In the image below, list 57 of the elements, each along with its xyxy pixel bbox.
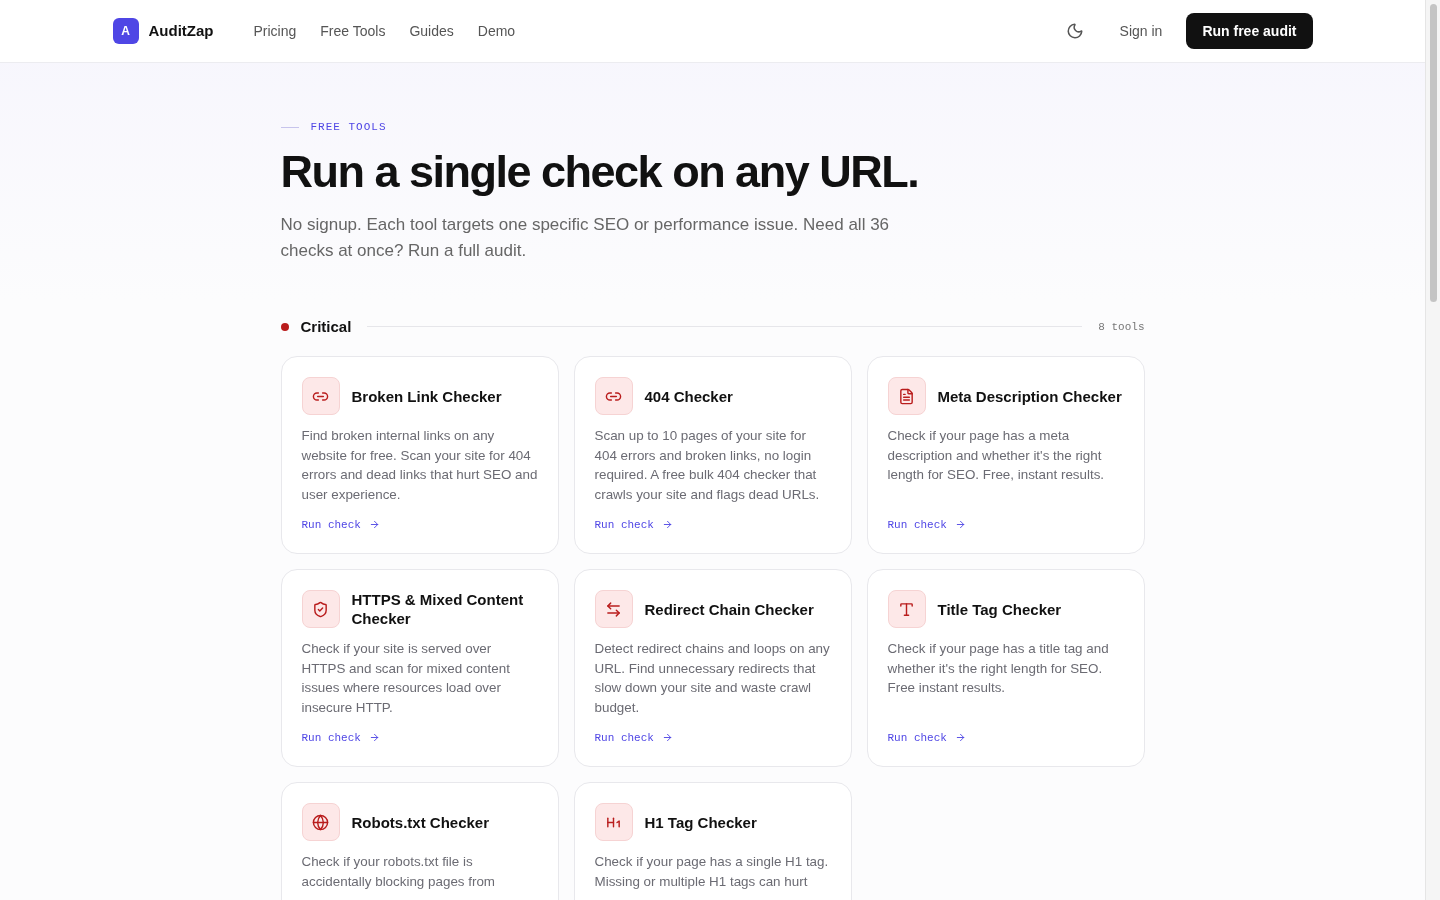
tool-card[interactable]: HTTPS & Mixed Content Checker Check if your site is served over HTTPS and scan for mixed content issues where resources load over insecure HTTP. Run check [280,569,559,767]
tool-card[interactable]: Meta Description Checker Check if your page has a meta description and whether it's the right length for SEO. Free, instant results. Run check [866,356,1145,554]
tool-count: 8 tools [1098,319,1145,335]
run-check-link[interactable]: Run check [301,516,538,533]
nav-link[interactable]: Pricing [253,20,297,42]
scrollbar-thumb[interactable] [1429,4,1437,302]
tool-card[interactable]: Redirect Chain Checker Detect redirect chains and loops on any URL. Find unnecessary redirects that slow down your site and waste crawl budget. Run check [573,569,852,767]
tool-description: Detect redirect chains and loops on any URL. Find unnecessary redirects that slow down your site and waste crawl budget. [594,640,831,717]
tool-description: Check if your robots.txt file is accidentally blocking pages from [301,853,497,891]
globe-icon [312,813,329,831]
arrow-icon [954,732,966,744]
arrow-icon [661,519,673,531]
tool-title: HTTPS & Mixed Content Checker [351,590,525,628]
brand-name[interactable]: AuditZap [148,19,214,43]
tool-title: Broken Link Checker [351,386,502,406]
arrows-icon [605,600,622,618]
tool-card[interactable]: H1 Tag Checker Check if your page has a single H1 tag. Missing or multiple H1 tags can hurt [573,782,852,900]
section-title: Critical [300,316,352,337]
tool-title: Meta Description Checker [937,386,1122,406]
tool-description: Check if your page has a meta description and whether it's the right length for SEO. Free, instant results. [887,427,1106,484]
page-subtitle: No signup. Each tool targets one specific SEO or performance issue. Need all 36 checks at once? Run a full audit. [280,213,891,262]
run-free-audit-button[interactable]: Run free audit [1186,13,1313,49]
tool-card[interactable]: Robots.txt Checker Check if your robots.txt file is accidentally blocking pages from [280,782,559,900]
nav-link[interactable]: Guides [409,20,454,42]
tool-description: Find broken internal links on any website for free. Scan your site for 404 errors and dead links that hurt SEO and user experience. [301,427,538,504]
nav-link[interactable]: Free Tools [320,20,386,42]
letter-t-icon [898,600,915,618]
tool-description: Check if your page has a single H1 tag. Missing or multiple H1 tags can hurt [594,853,830,891]
tool-title: H1 Tag Checker [644,812,757,832]
run-check-link[interactable]: Run check [887,729,1124,746]
document-icon [898,387,915,405]
run-check-link[interactable]: Run check [594,729,831,746]
tool-card[interactable]: Title Tag Checker Check if your page has a title tag and whether it's the right length for SEO. Free instant results. Run check [866,569,1145,767]
arrow-icon [368,519,380,531]
arrow-icon [954,519,966,531]
tool-description: Check if your page has a title tag and whether it's the right length for SEO. Free instant results. [887,640,1110,697]
run-check-link[interactable]: Run check [887,516,1124,533]
nav-link[interactable]: Demo [477,20,516,42]
scrollbar[interactable] [1425,0,1440,900]
tool-title: Robots.txt Checker [351,812,490,832]
tool-title: Redirect Chain Checker [644,599,814,619]
shield-icon [312,600,329,618]
arrow-icon [661,732,673,744]
tool-title: 404 Checker [644,386,733,406]
arrow-icon [368,732,380,744]
tool-card[interactable]: Broken Link Checker Find broken internal links on any website for free. Scan your site for 404 errors and dead links that hurt SEO and user experience. Run check [280,356,559,554]
logo-mark[interactable]: A [112,18,139,44]
tool-description: Scan up to 10 pages of your site for 404 errors and broken links, no login required. A free bulk 404 checker that crawls your site and flags dead URLs. [594,427,821,504]
page-heading: Run a single check on any URL. [280,144,920,199]
tool-title: Title Tag Checker [937,599,1062,619]
moon-icon [1065,22,1084,40]
run-check-link[interactable]: Run check [301,729,538,746]
eyebrow-label: FREE TOOLS [310,120,387,135]
sign-in-link[interactable]: Sign in [1119,20,1163,42]
tool-card[interactable]: 404 Checker Scan up to 10 pages of your site for 404 errors and broken links, no login required. A free bulk 404 checker that crawls your site and flags dead URLs. Run check [573,356,852,554]
tool-description: Check if your site is served over HTTPS and scan for mixed content issues where resources load over insecure HTTP. [301,640,511,717]
run-check-link[interactable]: Run check [594,516,831,533]
